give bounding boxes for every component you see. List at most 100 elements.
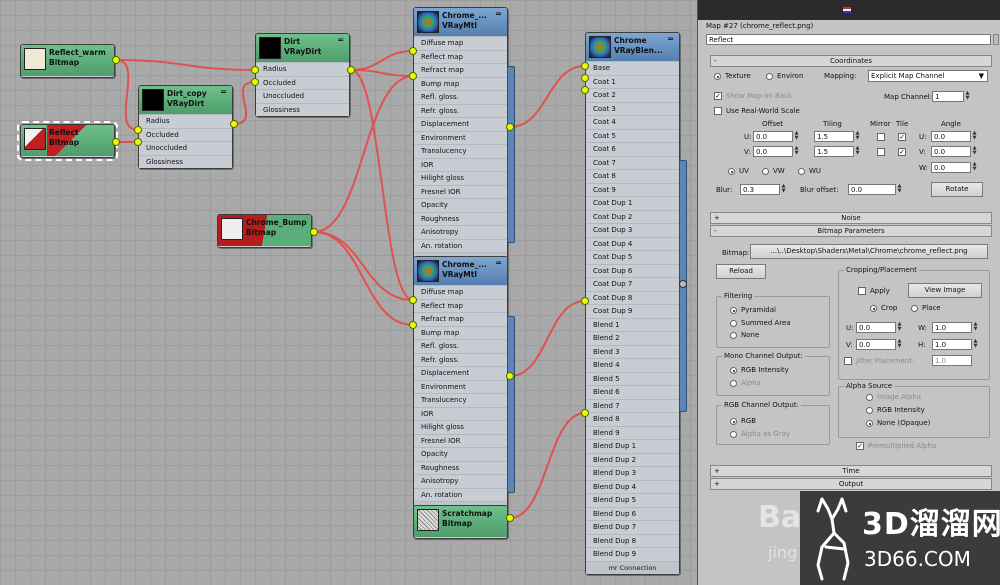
slot[interactable]: Opacity bbox=[414, 447, 507, 461]
collapse-icon[interactable]: = bbox=[220, 87, 227, 96]
slot[interactable]: Environment bbox=[414, 130, 507, 144]
slot[interactable]: Blend 9 bbox=[586, 425, 679, 439]
crop-h-field[interactable]: 1.0 bbox=[932, 339, 972, 350]
v-tiling-field[interactable]: 1.5 bbox=[814, 146, 854, 157]
crop-u-field[interactable]: 0.0 bbox=[856, 322, 896, 333]
slot[interactable]: Blend Dup 1 bbox=[586, 439, 679, 453]
node-dirt-copy[interactable]: Dirt_copy VRayDirt = Radius Occluded Unoc… bbox=[138, 85, 233, 169]
blur-field[interactable]: 0.3 bbox=[740, 184, 780, 195]
slot[interactable]: Radius bbox=[256, 62, 349, 76]
slot[interactable]: Displacement bbox=[414, 366, 507, 380]
v-offset-field[interactable]: 0.0 bbox=[753, 146, 793, 157]
port-dot[interactable] bbox=[251, 66, 259, 74]
connection-wire[interactable] bbox=[115, 59, 139, 131]
slot[interactable]: Diffuse map bbox=[414, 36, 507, 50]
bitmap-path-button[interactable]: ...\..\Desktop\Shaders\Metal\Chrome\chro… bbox=[750, 244, 988, 259]
output-port[interactable] bbox=[679, 280, 687, 288]
port-dot[interactable] bbox=[506, 514, 514, 522]
port-dot[interactable] bbox=[506, 372, 514, 380]
rotate-button[interactable]: Rotate bbox=[931, 182, 983, 197]
slot[interactable]: Coat Dup 7 bbox=[586, 277, 679, 291]
jitter-field[interactable]: 1.0 bbox=[932, 355, 972, 366]
map-channel-field[interactable]: 1 bbox=[932, 91, 964, 102]
slot[interactable]: Displacement bbox=[414, 117, 507, 131]
slot[interactable]: Blend 4 bbox=[586, 358, 679, 372]
image-alpha-radio[interactable] bbox=[866, 394, 873, 401]
slot[interactable]: Blend 1 bbox=[586, 317, 679, 331]
slot[interactable]: Anisotropy bbox=[414, 225, 507, 239]
slot[interactable]: Coat 5 bbox=[586, 128, 679, 142]
slot[interactable]: Coat 2 bbox=[586, 88, 679, 102]
slot[interactable]: Coat 9 bbox=[586, 182, 679, 196]
name-swatch[interactable] bbox=[993, 34, 999, 45]
rollout-bitmap-parameters[interactable]: - Bitmap Parameters bbox=[710, 225, 992, 237]
spinner-icon[interactable]: ▲ ▼ bbox=[854, 146, 861, 157]
slot[interactable]: Roughness bbox=[414, 460, 507, 474]
collapse-icon[interactable]: = bbox=[495, 9, 502, 18]
port-dot[interactable] bbox=[134, 138, 142, 146]
connection-wire[interactable] bbox=[313, 231, 414, 301]
slot[interactable]: Opacity bbox=[414, 198, 507, 212]
node-chrome-vrayblendmtl[interactable]: Chrome VRayBlen... = Base Coat 1 Coat 2 Coat… bbox=[585, 32, 680, 575]
mono-alpha-radio[interactable] bbox=[730, 380, 737, 387]
port-dot[interactable] bbox=[581, 409, 589, 417]
spinner-icon[interactable]: ▲ ▼ bbox=[971, 162, 978, 173]
u-angle-field[interactable]: 0.0 bbox=[931, 131, 971, 142]
map-name-field[interactable]: Reflect bbox=[706, 34, 991, 45]
port-dot[interactable] bbox=[581, 74, 589, 82]
port-dot[interactable] bbox=[581, 297, 589, 305]
slot[interactable]: Coat Dup 6 bbox=[586, 263, 679, 277]
slot[interactable]: Unoccluded bbox=[256, 89, 349, 103]
texture-radio[interactable] bbox=[714, 73, 721, 80]
w-angle-field[interactable]: 0.0 bbox=[931, 162, 971, 173]
port-dot[interactable] bbox=[581, 86, 589, 94]
slot[interactable]: Refr. gloss. bbox=[414, 352, 507, 366]
connection-wire[interactable] bbox=[350, 50, 414, 71]
slot[interactable]: Blend Dup 5 bbox=[586, 493, 679, 507]
port-dot[interactable] bbox=[251, 78, 259, 86]
alpha-as-gray-radio[interactable] bbox=[730, 431, 737, 438]
u-tiling-field[interactable]: 1.5 bbox=[814, 131, 854, 142]
environ-radio[interactable] bbox=[766, 73, 773, 80]
port-dot[interactable] bbox=[581, 62, 589, 70]
slot[interactable]: Blend Dup 3 bbox=[586, 466, 679, 480]
connection-wire[interactable] bbox=[115, 59, 256, 71]
slot[interactable]: Coat 3 bbox=[586, 101, 679, 115]
u-tile-checkbox[interactable]: ✓ bbox=[898, 133, 906, 141]
view-image-button[interactable]: View Image bbox=[908, 283, 982, 298]
slot[interactable]: An. rotation bbox=[414, 487, 507, 501]
slot[interactable]: Blend 2 bbox=[586, 331, 679, 345]
blur-offset-field[interactable]: 0.0 bbox=[848, 184, 896, 195]
rollout-coordinates[interactable]: - Coordinates bbox=[710, 55, 992, 67]
crop-w-field[interactable]: 1.0 bbox=[932, 322, 972, 333]
slot[interactable]: Blend Dup 9 bbox=[586, 547, 679, 561]
collapse-icon[interactable]: = bbox=[337, 35, 344, 44]
connection-wire[interactable] bbox=[350, 69, 414, 77]
spinner-icon[interactable]: ▲ ▼ bbox=[964, 91, 971, 102]
summed-area-radio[interactable] bbox=[730, 320, 737, 327]
uv-radio[interactable] bbox=[728, 168, 735, 175]
spinner-icon[interactable]: ▲ ▼ bbox=[793, 131, 800, 142]
slot[interactable]: An. rotation bbox=[414, 238, 507, 252]
rollout-time[interactable]: + Time bbox=[710, 465, 992, 477]
slot[interactable]: Base bbox=[586, 61, 679, 75]
spinner-icon[interactable]: ▲ ▼ bbox=[971, 131, 978, 142]
slot[interactable]: Coat 1 bbox=[586, 74, 679, 88]
slot[interactable]: Reflect map bbox=[414, 298, 507, 312]
slot[interactable]: IOR bbox=[414, 406, 507, 420]
slot[interactable]: Translucency bbox=[414, 393, 507, 407]
slot[interactable]: Blend 8 bbox=[586, 412, 679, 426]
slot[interactable]: Glossiness bbox=[256, 102, 349, 116]
collapse-icon[interactable]: = bbox=[667, 34, 674, 43]
premultiplied-checkbox[interactable]: ✓ bbox=[856, 442, 864, 450]
spinner-icon[interactable]: ▲ ▼ bbox=[972, 322, 979, 333]
slot[interactable]: Occluded bbox=[139, 127, 232, 141]
slot[interactable]: Coat 7 bbox=[586, 155, 679, 169]
slot[interactable]: Coat Dup 2 bbox=[586, 209, 679, 223]
slot[interactable]: Coat 4 bbox=[586, 115, 679, 129]
slot[interactable]: Translucency bbox=[414, 144, 507, 158]
spinner-icon[interactable]: ▲ ▼ bbox=[972, 339, 979, 350]
rollout-noise[interactable]: + Noise bbox=[710, 212, 992, 224]
v-angle-field[interactable]: 0.0 bbox=[931, 146, 971, 157]
slate-node-canvas[interactable]: Reflect_warm Bitmap Reflect Bitmap Dirt_co… bbox=[0, 0, 697, 585]
